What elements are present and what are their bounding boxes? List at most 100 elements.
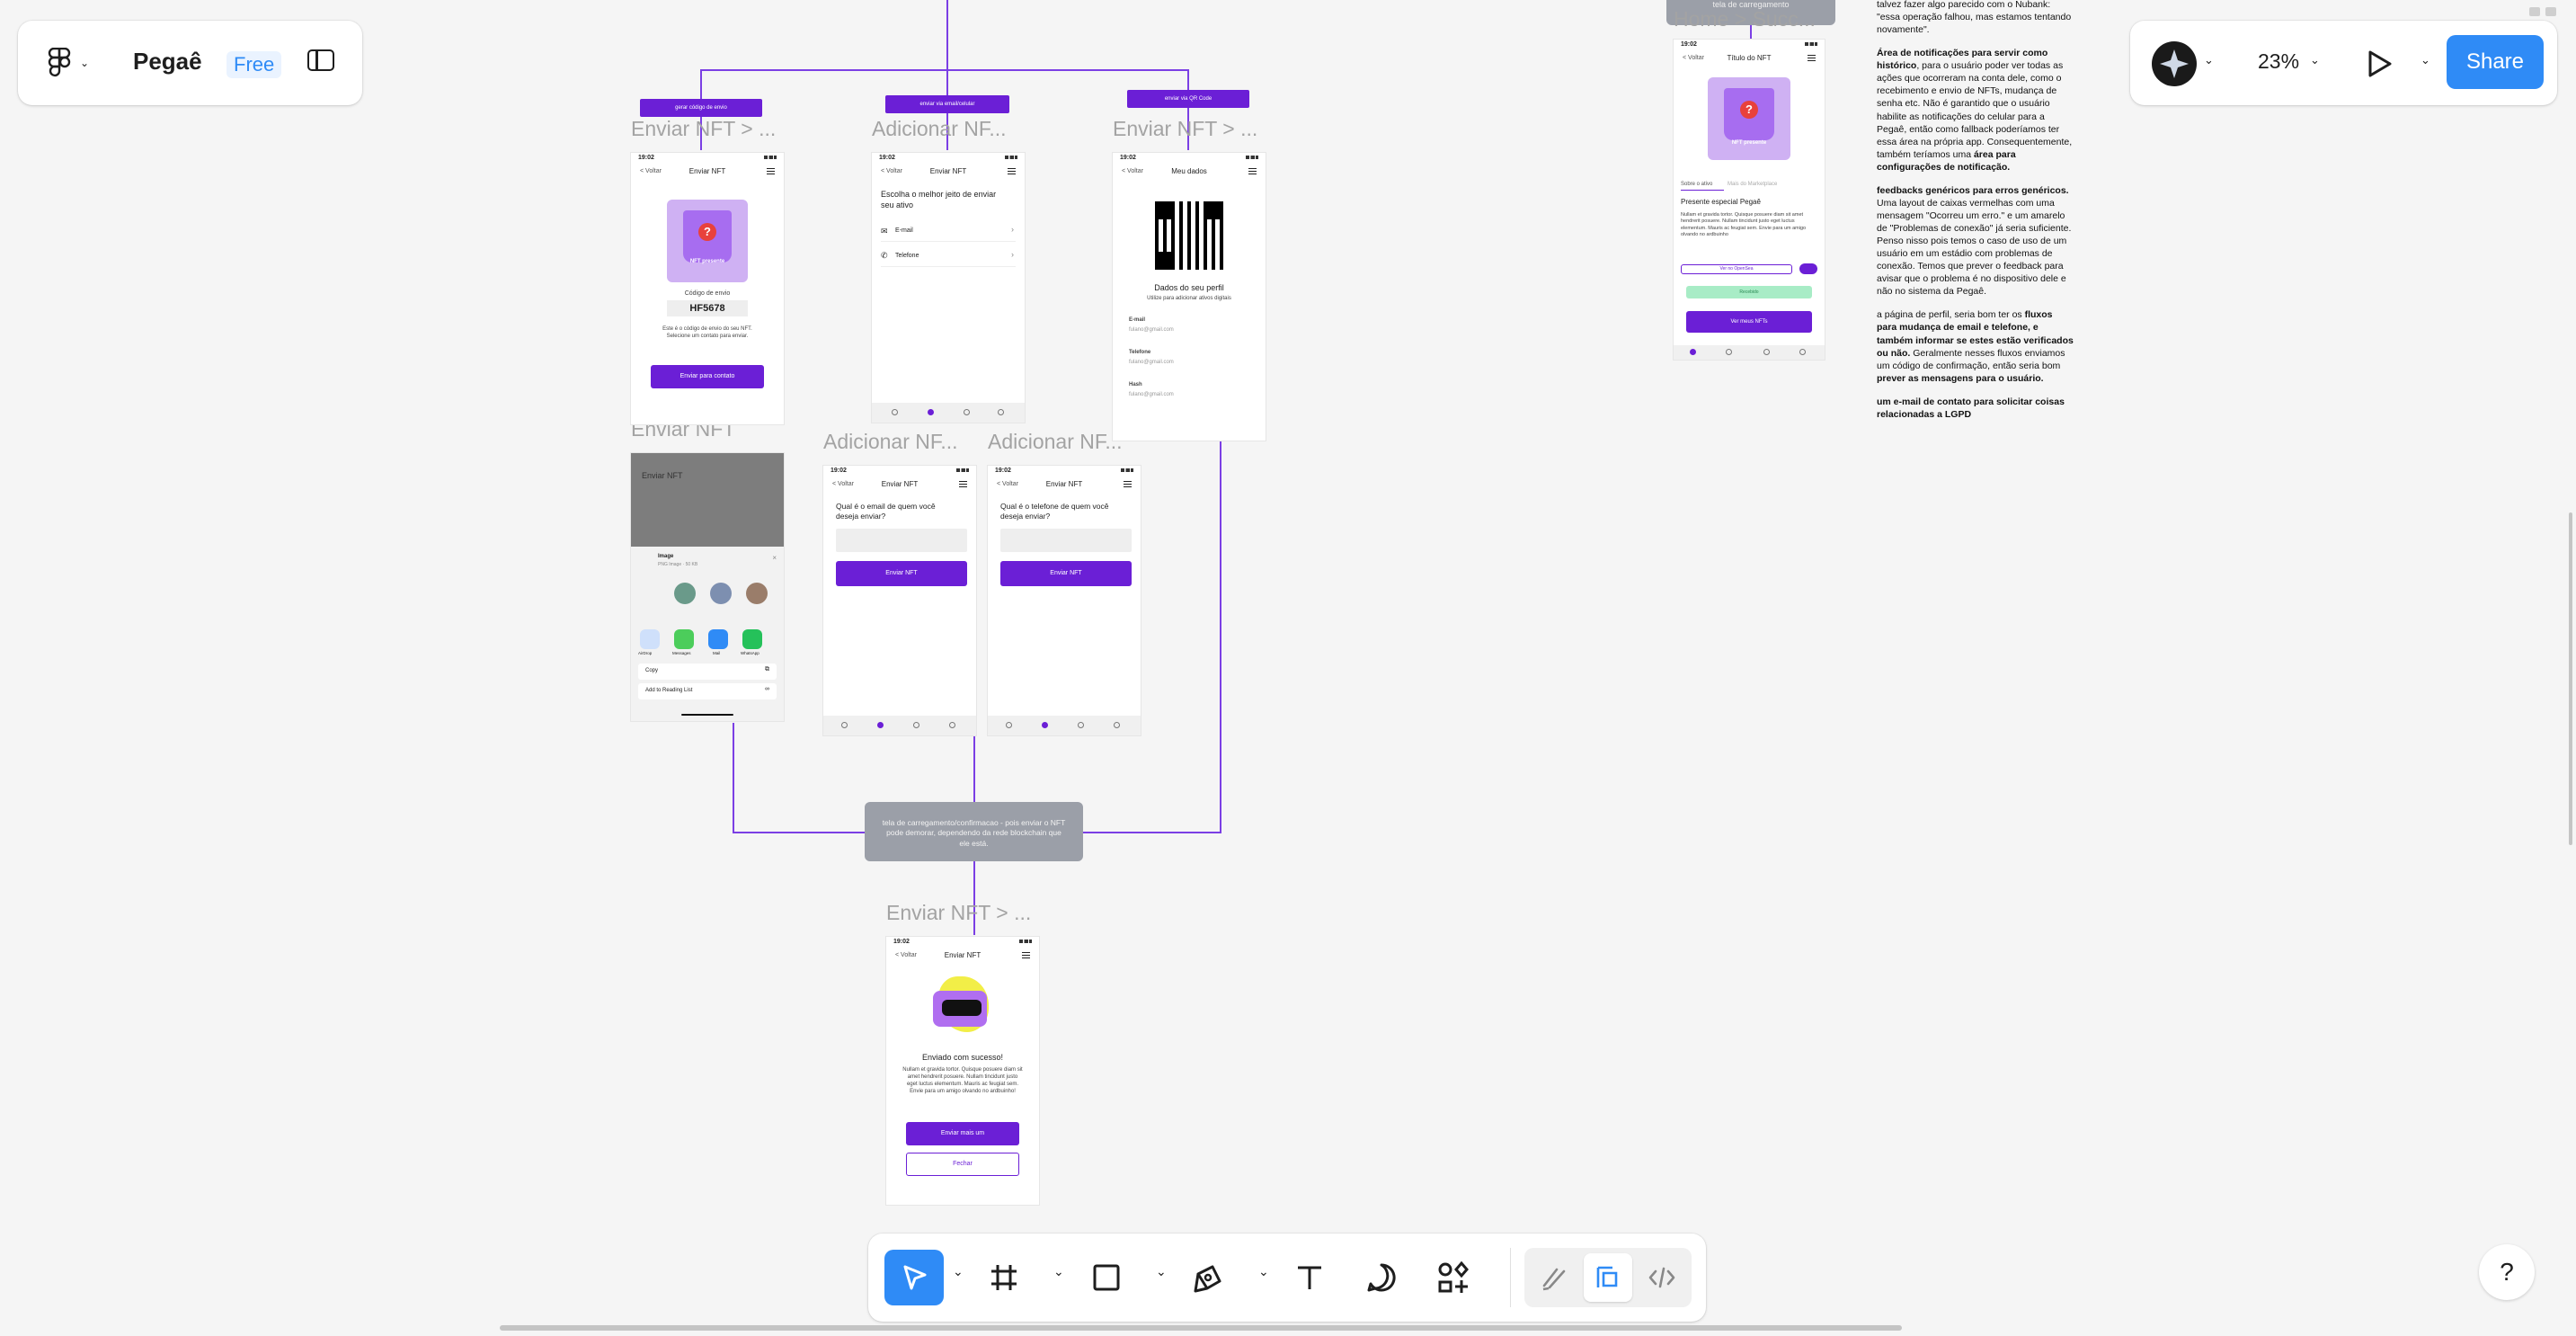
send-tab-icon[interactable]: [913, 722, 919, 728]
design-canvas[interactable]: gerar código de envio enviar via email/c…: [0, 0, 2576, 1336]
horizontal-scrollbar[interactable]: [500, 1325, 1902, 1331]
comment-tool[interactable]: [1354, 1250, 1409, 1305]
messages-icon[interactable]: [674, 629, 694, 649]
code-label: Código de envio: [684, 290, 731, 297]
frame-label[interactable]: Adicionar NF...: [823, 430, 958, 454]
chevron-down-icon[interactable]: ⌄: [953, 1264, 964, 1279]
menu-icon[interactable]: [1022, 952, 1030, 958]
my-nfts-button[interactable]: Ver meus NFTs: [1686, 311, 1812, 333]
send-icon[interactable]: [1799, 263, 1817, 274]
profile-tab-icon[interactable]: [949, 722, 955, 728]
screen-success[interactable]: 19:02 < Voltar Enviar NFT Enviado com su…: [886, 937, 1039, 1205]
frame-label[interactable]: Adicionar NF...: [872, 117, 1007, 141]
menu-icon[interactable]: [767, 168, 775, 174]
text-tool[interactable]: [1282, 1250, 1337, 1305]
minimap-icon[interactable]: [2529, 7, 2540, 16]
option-phone[interactable]: ✆ Telefone ›: [881, 246, 1016, 267]
vertical-scrollbar[interactable]: [2569, 512, 2572, 845]
tab-about[interactable]: Sobre o ativo: [1681, 182, 1712, 187]
home-tab-icon[interactable]: [1006, 722, 1012, 728]
design-mode-icon[interactable]: [1584, 1253, 1632, 1302]
home-tab-icon[interactable]: [892, 409, 898, 415]
send-to-contact-button[interactable]: Enviar para contato: [651, 365, 764, 388]
nft-tab-icon[interactable]: [1042, 722, 1048, 728]
frame-label[interactable]: Enviar NFT > ...: [1113, 117, 1257, 141]
send-tab-icon[interactable]: [1078, 722, 1084, 728]
frame-label[interactable]: Adicionar NF...: [988, 430, 1123, 454]
question-icon: ?: [1740, 101, 1758, 119]
chevron-down-icon[interactable]: ⌄: [1053, 1264, 1064, 1279]
contact-avatar[interactable]: [674, 583, 696, 604]
screen-share-sheet[interactable]: Enviar NFT Image PNG Image · 50 KB × Air…: [631, 453, 784, 721]
star-icon: [2160, 49, 2189, 78]
chevron-down-icon[interactable]: ⌄: [2421, 53, 2430, 67]
send-nft-button[interactable]: Enviar NFT: [1000, 561, 1132, 586]
menu-icon[interactable]: [1808, 55, 1816, 61]
tab-marketplace[interactable]: Mais do Marketplace: [1728, 182, 1777, 187]
phone-field[interactable]: [1000, 529, 1132, 552]
frame-label[interactable]: Enviar NFT > ...: [631, 117, 776, 141]
frame-label[interactable]: Home > Succ...: [1674, 7, 1816, 31]
menu-icon[interactable]: [959, 481, 967, 487]
user-avatar[interactable]: [2152, 41, 2197, 86]
sidebar-toggle-icon[interactable]: [307, 49, 334, 71]
design-notes[interactable]: talvez fazer algo parecido com o Nubank:…: [1877, 0, 2074, 421]
chevron-down-icon[interactable]: ⌄: [1258, 1264, 1269, 1279]
contact-avatar[interactable]: [710, 583, 732, 604]
home-tab-icon[interactable]: [841, 722, 848, 728]
draw-mode-icon[interactable]: [1530, 1253, 1578, 1302]
menu-icon[interactable]: [1124, 481, 1132, 487]
screen-choose-method[interactable]: 19:02 < Voltar Enviar NFT Escolha o melh…: [872, 153, 1025, 423]
nft-tab-icon[interactable]: [1726, 349, 1732, 355]
copy-action[interactable]: Copy ⧉: [638, 664, 777, 680]
chevron-down-icon[interactable]: ⌄: [2310, 53, 2320, 67]
main-menu-button[interactable]: ⌄: [41, 44, 95, 82]
chevron-down-icon[interactable]: ⌄: [2204, 53, 2214, 67]
play-icon[interactable]: [2362, 48, 2394, 80]
profile-tab-icon[interactable]: [998, 409, 1004, 415]
resources-tool[interactable]: [1426, 1250, 1481, 1305]
share-button[interactable]: Share: [2447, 35, 2544, 89]
screen-send-code[interactable]: 19:02 < Voltar Enviar NFT ? NFT presente…: [631, 153, 784, 424]
chevron-down-icon[interactable]: ⌄: [1156, 1264, 1167, 1279]
move-tool[interactable]: [884, 1250, 944, 1305]
dev-mode-icon[interactable]: [1638, 1253, 1686, 1302]
send-tab-icon[interactable]: [964, 409, 970, 415]
home-tab-icon[interactable]: [1690, 349, 1696, 355]
screen-phone-input[interactable]: 19:02 < Voltar Enviar NFT Qual é o telef…: [988, 466, 1141, 735]
airdrop-icon[interactable]: [640, 629, 660, 649]
file-name[interactable]: Pegaê: [133, 48, 202, 76]
screen-nft-detail[interactable]: 19:02 < Voltar Título do NFT ? NFT prese…: [1674, 40, 1825, 360]
frame-tool[interactable]: [976, 1250, 1032, 1305]
shape-tool[interactable]: [1079, 1250, 1134, 1305]
plan-badge[interactable]: Free: [227, 51, 282, 78]
profile-tab-icon[interactable]: [1114, 722, 1120, 728]
frame-label[interactable]: Enviar NFT > ...: [886, 901, 1031, 925]
option-email[interactable]: ✉ E-mail ›: [881, 221, 1016, 242]
close-button[interactable]: Fechar: [906, 1153, 1019, 1176]
close-icon[interactable]: ×: [772, 554, 777, 562]
nft-tab-icon[interactable]: [877, 722, 884, 728]
menu-icon[interactable]: [1248, 168, 1257, 174]
whatsapp-icon[interactable]: [742, 629, 762, 649]
minimap-icon[interactable]: [2545, 7, 2556, 16]
screen-email-input[interactable]: 19:02 < Voltar Enviar NFT Qual é o email…: [823, 466, 976, 735]
loading-note[interactable]: tela de carregamento/confirmacao - pois …: [865, 802, 1083, 861]
email-field[interactable]: [836, 529, 967, 552]
pen-tool[interactable]: [1181, 1250, 1237, 1305]
reading-list-action[interactable]: Add to Reading List ∞: [638, 683, 777, 699]
status-bar: 19:02: [886, 937, 1039, 946]
menu-icon[interactable]: [1008, 168, 1016, 174]
mail-icon[interactable]: [708, 629, 728, 649]
profile-tab-icon[interactable]: [1799, 349, 1806, 355]
nft-tab-icon[interactable]: [928, 409, 934, 415]
help-button[interactable]: ?: [2479, 1244, 2535, 1300]
send-nft-button[interactable]: Enviar NFT: [836, 561, 967, 586]
screen-title: Enviar NFT: [688, 167, 726, 175]
send-another-button[interactable]: Enviar mais um: [906, 1122, 1019, 1145]
zoom-level[interactable]: 23%: [2258, 49, 2299, 74]
opensea-button[interactable]: Ver no OpenSea: [1681, 264, 1792, 274]
contact-avatar[interactable]: [746, 583, 768, 604]
screen-qr-profile[interactable]: 19:02 < Voltar Meu dados Dados do seu pe…: [1113, 153, 1266, 441]
send-tab-icon[interactable]: [1763, 349, 1770, 355]
